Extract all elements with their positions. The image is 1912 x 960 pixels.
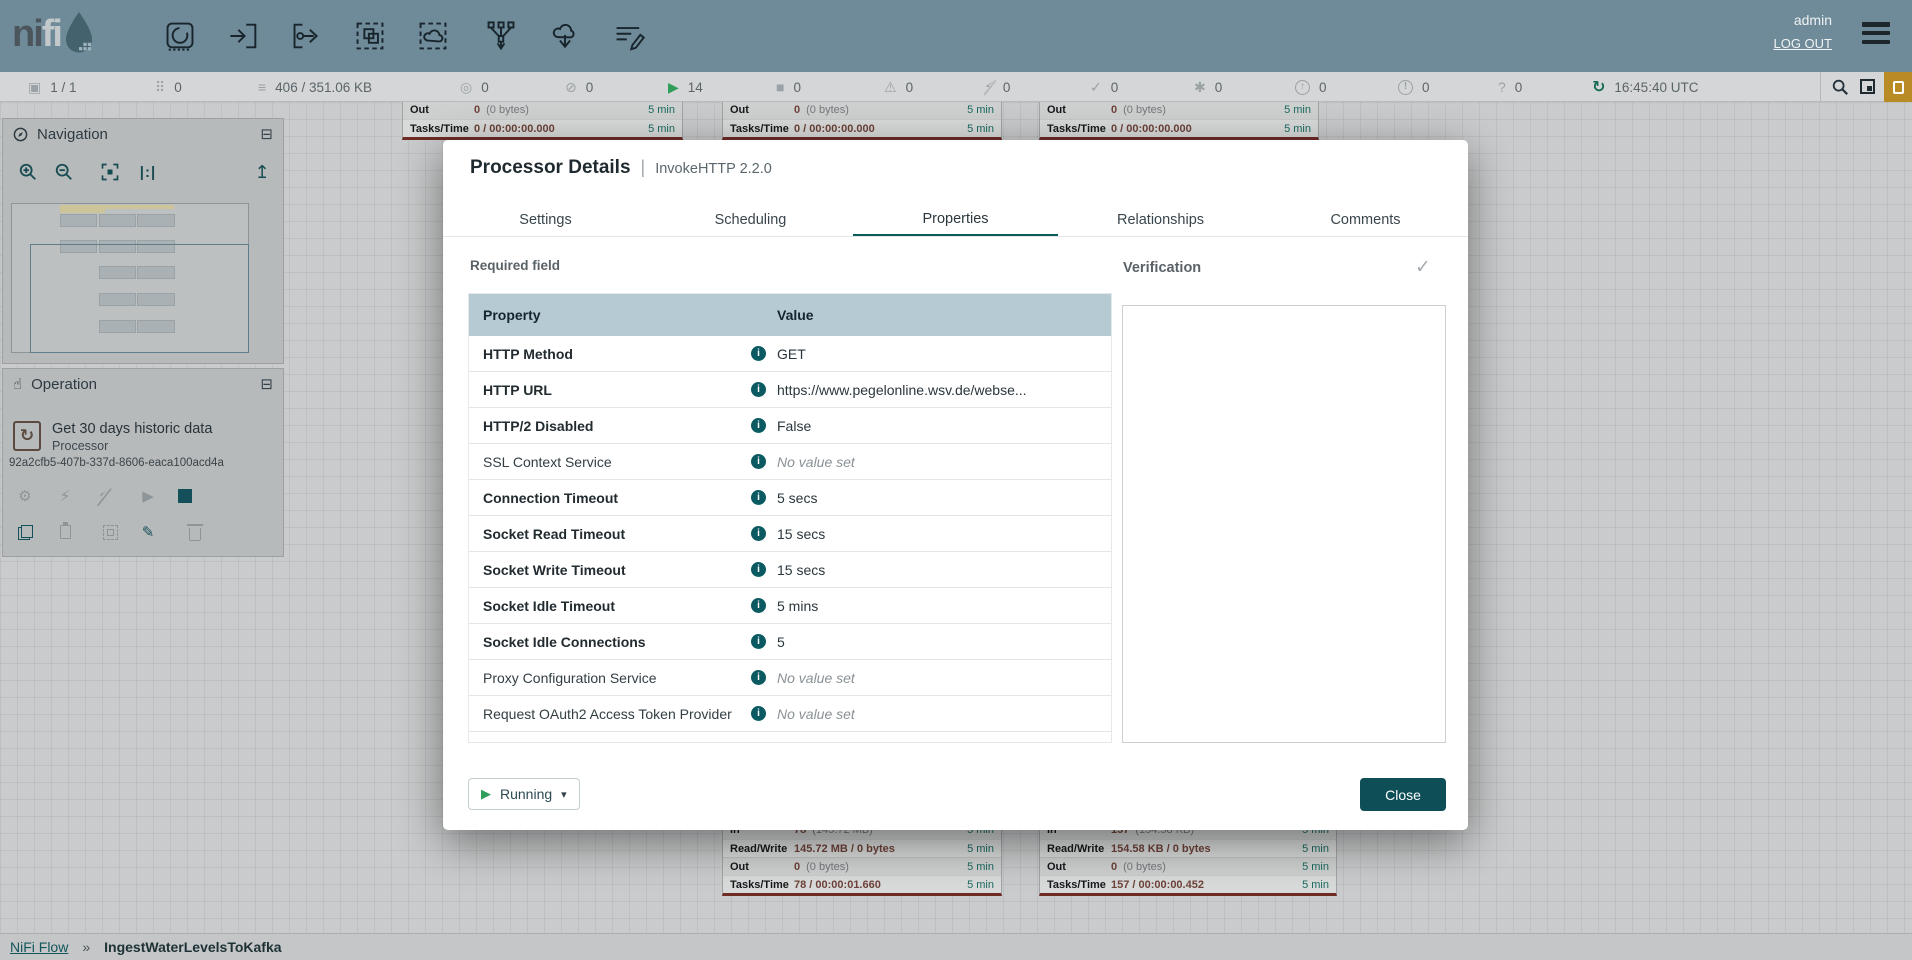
property-row: i No value set	[469, 732, 1111, 743]
verification-results-box	[1122, 305, 1446, 743]
property-name: Socket Write Timeout	[469, 562, 751, 578]
info-icon[interactable]: i	[751, 742, 766, 743]
chevron-down-icon: ▾	[561, 788, 567, 801]
info-icon[interactable]: i	[751, 418, 766, 433]
property-value: No value set	[773, 706, 855, 722]
property-row: Connection Timeouti 5 secs	[469, 480, 1111, 516]
property-row: Socket Read Timeouti 15 secs	[469, 516, 1111, 552]
tab-properties[interactable]: Properties	[853, 203, 1058, 236]
property-name: HTTP URL	[469, 382, 751, 398]
property-info: i	[751, 742, 773, 743]
property-value: 5 mins	[773, 598, 818, 614]
verify-check-icon[interactable]: ✓	[1415, 256, 1431, 279]
info-icon[interactable]: i	[751, 634, 766, 649]
property-value: https://www.pegelonline.wsv.de/webse...	[773, 382, 1027, 398]
info-icon[interactable]: i	[751, 382, 766, 397]
dialog-title: Processor Details	[470, 157, 631, 179]
property-name: SSL Context Service	[469, 454, 751, 470]
value-column-header: Value	[773, 307, 814, 323]
processor-type-version: InvokeHTTP 2.2.0	[655, 161, 772, 177]
table-rows: HTTP MethodiGETHTTP URLihttps://www.pege…	[469, 336, 1111, 743]
processor-details-dialog: Processor Details | InvokeHTTP 2.2.0 Set…	[443, 140, 1468, 830]
info-icon[interactable]: i	[751, 706, 766, 721]
property-info: i	[751, 670, 773, 685]
info-icon[interactable]: i	[751, 598, 766, 613]
info-icon[interactable]: i	[751, 670, 766, 685]
info-icon[interactable]: i	[751, 562, 766, 577]
property-row: Proxy Configuration Servicei No value set	[469, 660, 1111, 696]
property-info: i	[751, 706, 773, 721]
property-value: False	[773, 418, 811, 434]
property-value: 5	[773, 634, 785, 650]
property-info: i	[751, 598, 773, 613]
tab-scheduling[interactable]: Scheduling	[648, 203, 853, 236]
property-value: No value set	[773, 670, 855, 686]
property-value: GET	[773, 346, 806, 362]
nifi-app: Out0(0 bytes)5 minTasks/Time0 / 00:00:00…	[0, 0, 1912, 960]
property-info: i	[751, 490, 773, 505]
info-icon[interactable]: i	[751, 454, 766, 469]
property-info: i	[751, 454, 773, 469]
property-info: i	[751, 382, 773, 397]
property-row: HTTP URLi https://www.pegelonline.wsv.de/…	[469, 372, 1111, 408]
table-header: Property Value	[469, 294, 1111, 336]
tab-relationships[interactable]: Relationships	[1058, 203, 1263, 236]
property-row: Socket Idle Timeouti 5 mins	[469, 588, 1111, 624]
tab-comments[interactable]: Comments	[1263, 203, 1468, 236]
dialog-tabs: Settings Scheduling Properties Relations…	[443, 203, 1468, 237]
property-info: i	[751, 418, 773, 433]
running-play-icon: ▶	[481, 786, 491, 802]
property-name: Connection Timeout	[469, 490, 751, 506]
property-info: i	[751, 634, 773, 649]
property-value: No value set	[773, 454, 855, 470]
info-icon[interactable]: i	[751, 526, 766, 541]
run-state-label: Running	[500, 786, 552, 802]
property-row: HTTP Methodi GET	[469, 336, 1111, 372]
property-name: HTTP/2 Disabled	[469, 418, 751, 434]
property-name: Socket Idle Timeout	[469, 598, 751, 614]
property-info: i	[751, 562, 773, 577]
info-icon[interactable]: i	[751, 346, 766, 361]
property-value: No value set	[773, 742, 855, 744]
property-row: Socket Idle Connectionsi5	[469, 624, 1111, 660]
run-state-dropdown[interactable]: ▶ Running ▾	[468, 778, 580, 810]
title-separator: |	[641, 157, 646, 178]
verification-title: Verification	[1123, 260, 1201, 276]
property-info: i	[751, 346, 773, 361]
required-field-label: Required field	[470, 258, 560, 273]
tab-settings[interactable]: Settings	[443, 203, 648, 236]
property-value: 5 secs	[773, 490, 817, 506]
property-name: HTTP Method	[469, 346, 751, 362]
property-value: 15 secs	[773, 526, 825, 542]
property-row: Socket Write Timeouti 15 secs	[469, 552, 1111, 588]
property-row: Request OAuth2 Access Token Provideri No …	[469, 696, 1111, 732]
property-column-header: Property	[469, 307, 773, 323]
property-name: Socket Read Timeout	[469, 526, 751, 542]
dialog-title-row: Processor Details | InvokeHTTP 2.2.0	[470, 157, 772, 179]
info-icon[interactable]: i	[751, 490, 766, 505]
property-row: HTTP/2 Disabledi False	[469, 408, 1111, 444]
properties-table: Property Value HTTP MethodiGETHTTP URLih…	[468, 293, 1112, 743]
property-row: SSL Context Servicei No value set	[469, 444, 1111, 480]
property-info: i	[751, 526, 773, 541]
property-name: Socket Idle Connections	[469, 634, 751, 650]
property-name: Request OAuth2 Access Token Provider	[469, 706, 751, 722]
property-value: 15 secs	[773, 562, 825, 578]
close-button[interactable]: Close	[1360, 778, 1446, 811]
property-name: Proxy Configuration Service	[469, 670, 751, 686]
